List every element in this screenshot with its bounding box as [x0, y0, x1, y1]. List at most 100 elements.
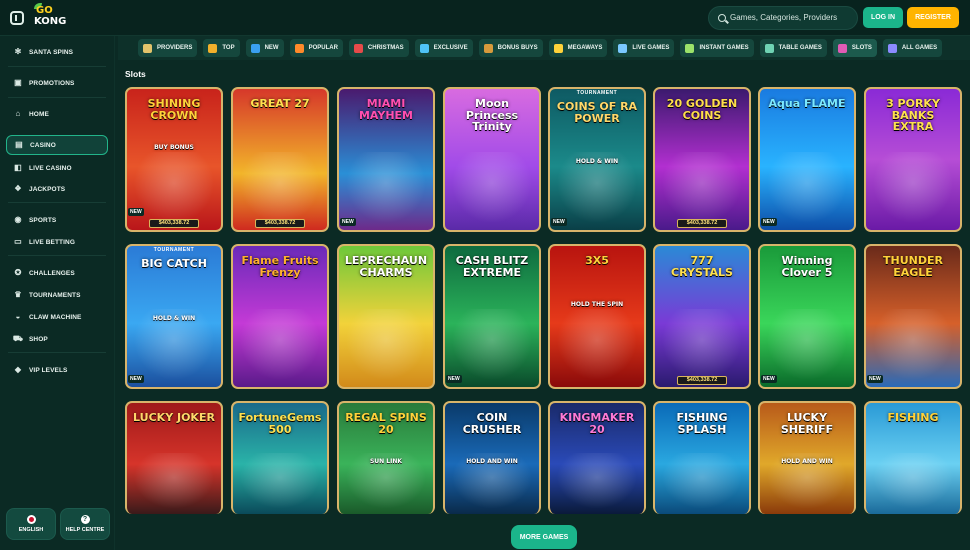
category-slots[interactable]: SLOTS — [832, 39, 877, 57]
category-instant-games[interactable]: INSTANT GAMES — [680, 39, 754, 57]
sidebar-item-claw-machine[interactable]: ◒ CLAW MACHINE — [6, 307, 108, 327]
sidebar-item-home[interactable]: ⌂ HOME — [6, 104, 108, 124]
game-title: REGAL SPINS 20 — [345, 411, 427, 436]
grid-icon — [887, 43, 897, 53]
new-badge: NEW — [128, 208, 144, 216]
game-tile[interactable]: LUCKY SHERIFFHOLD AND WIN — [758, 401, 856, 514]
sidebar-toggle-icon[interactable] — [10, 11, 24, 25]
game-tile[interactable]: 3 PORKY BANKS EXTRA — [864, 87, 962, 232]
category-christmas[interactable]: CHRISTMAS — [348, 39, 409, 57]
logo-text-go: GO — [36, 5, 53, 16]
game-artwork — [445, 152, 539, 230]
game-artwork — [233, 309, 327, 387]
game-tile[interactable]: REGAL SPINS 20SUN LINK — [337, 401, 435, 514]
game-title: Winning Clover 5 — [781, 254, 833, 279]
game-title: Flame Fruits Frenzy — [241, 254, 319, 279]
category-megaways[interactable]: MEGAWAYS — [548, 39, 608, 57]
sidebar-item-live-betting[interactable]: ▭ LIVE BETTING — [6, 232, 108, 252]
game-tile[interactable]: COIN CRUSHERHOLD AND WIN — [443, 401, 541, 514]
game-tile[interactable]: CASH BLITZ EXTREME NEW — [443, 244, 541, 389]
game-title: CASH BLITZ EXTREME — [455, 254, 529, 279]
game-tile[interactable]: 777 CRYSTALS $403,338.72 — [653, 244, 751, 389]
game-tile[interactable]: FISHING — [864, 401, 962, 514]
category-label: BONUS BUYS — [497, 45, 538, 51]
language-label: ENGLISH — [18, 527, 44, 533]
sidebar-item-vip-levels[interactable]: ◆ VIP LEVELS — [6, 360, 108, 380]
cards-icon: ▤ — [15, 140, 23, 149]
category-label: SLOTS — [851, 45, 872, 51]
category-top[interactable]: TOP — [203, 39, 240, 57]
game-tile[interactable]: 3X5 HOLD THE SPIN — [548, 244, 646, 389]
game-title: MIAMI MAYHEM — [358, 97, 414, 122]
sidebar-item-casino[interactable]: ▤ CASINO — [6, 135, 108, 155]
sidebar-item-challenges[interactable]: ✪ CHALLENGES — [6, 263, 108, 283]
ball-icon: ◉ — [14, 215, 22, 224]
game-tile[interactable]: LUCKY JOKER — [125, 401, 223, 514]
sidebar-item-label: LIVE CASINO — [29, 164, 72, 172]
canada-flag-icon — [26, 515, 36, 524]
category-label: MEGAWAYS — [567, 45, 603, 51]
megaways-icon — [553, 43, 563, 53]
game-title: BIG CATCH — [141, 257, 207, 270]
sidebar-item-santa-spins[interactable]: ✻ SANTA SPINS — [6, 42, 108, 62]
new-badge: NEW — [340, 218, 356, 226]
game-title: 3 PORKY BANKS EXTRA — [886, 97, 940, 134]
sidebar-item-shop[interactable]: ⛟ SHOP — [6, 329, 108, 349]
gokong-logo[interactable]: GO KONG — [34, 3, 70, 31]
sidebar-item-label: VIP LEVELS — [29, 366, 68, 374]
game-tile[interactable]: 20 GOLDEN COINS $403,338.72 — [653, 87, 751, 232]
game-artwork — [866, 452, 960, 514]
new-badge: NEW — [761, 218, 777, 226]
game-tile[interactable]: GREAT 27 $403,338.72 — [231, 87, 329, 232]
category-providers[interactable]: PROVIDERS — [138, 39, 198, 57]
category-bar: PROVIDERS TOP NEW POPULAR CHRISTMAS EXCL… — [118, 36, 970, 60]
game-tile[interactable]: Moon Princess Trinity — [443, 87, 541, 232]
game-tile[interactable]: LEPRECHAUN CHARMS — [337, 244, 435, 389]
sidebar-item-sports[interactable]: ◉ SPORTS — [6, 210, 108, 230]
more-games-button[interactable]: MORE GAMES — [511, 525, 577, 549]
category-popular[interactable]: POPULAR — [289, 39, 343, 57]
game-subtitle: BUY BONUS — [154, 144, 194, 151]
game-tile[interactable]: Winning Clover 5 NEW — [758, 244, 856, 389]
medal-icon: ✪ — [14, 268, 22, 277]
live-dealer-icon: ◧ — [14, 163, 22, 172]
game-tile[interactable]: THUNDER EAGLE NEW — [864, 244, 962, 389]
category-label: NEW — [264, 45, 279, 51]
game-title: Moon Princess Trinity — [465, 97, 519, 134]
game-tile[interactable]: TOURNAMENTBIG CATCHHOLD & WINNEW — [125, 244, 223, 389]
help-centre-button[interactable]: ? HELP CENTRE — [60, 508, 110, 540]
new-badge: NEW — [551, 218, 567, 226]
game-title: FortuneGems 500 — [238, 411, 322, 436]
game-tile[interactable]: TOURNAMENTCOINS OF RA POWERHOLD & WINNEW — [548, 87, 646, 232]
sidebar-item-live-casino[interactable]: ◧ LIVE CASINO — [6, 158, 108, 178]
game-tile[interactable]: FortuneGems 500 — [231, 401, 329, 514]
slot-icon — [837, 43, 847, 53]
category-all-games[interactable]: ALL GAMES — [882, 39, 943, 57]
game-tile[interactable]: Flame Fruits Frenzy — [231, 244, 329, 389]
language-button[interactable]: ENGLISH — [6, 508, 56, 540]
game-tile[interactable]: MIAMI MAYHEM NEW — [337, 87, 435, 232]
help-label: HELP CENTRE — [65, 527, 105, 533]
category-new[interactable]: NEW — [245, 39, 284, 57]
sidebar-item-jackpots[interactable]: ❖ JACKPOTS — [6, 179, 108, 199]
lightning-icon — [250, 43, 260, 53]
game-tile[interactable]: KINGMAKER 20 — [548, 401, 646, 514]
candy-cane-icon — [353, 43, 363, 53]
category-table-games[interactable]: TABLE GAMES — [759, 39, 827, 57]
category-bonus-buys[interactable]: BONUS BUYS — [478, 39, 543, 57]
game-title: 3X5 — [585, 254, 609, 267]
trophy-icon: ♛ — [14, 290, 22, 299]
game-tile[interactable]: SHINING CROWN BUY BONUS $403,338.72 NEW — [125, 87, 223, 232]
game-title: THUNDER EAGLE — [883, 254, 943, 279]
search-input[interactable]: Games, Categories, Providers — [708, 6, 858, 30]
sidebar-item-tournaments[interactable]: ♛ TOURNAMENTS — [6, 285, 108, 305]
sidebar-item-label: TOURNAMENTS — [29, 291, 81, 299]
category-exclusive[interactable]: EXCLUSIVE — [414, 39, 473, 57]
game-tile[interactable]: Aqua FLAME NEW — [758, 87, 856, 232]
register-button[interactable]: REGISTER — [907, 7, 959, 28]
category-live-games[interactable]: LIVE GAMES — [613, 39, 675, 57]
login-button[interactable]: LOG IN — [863, 7, 903, 28]
sidebar-item-label: CASINO — [30, 141, 56, 149]
sidebar-item-promotions[interactable]: ▣ PROMOTIONS — [6, 73, 108, 93]
game-tile[interactable]: FISHING SPLASH — [653, 401, 751, 514]
